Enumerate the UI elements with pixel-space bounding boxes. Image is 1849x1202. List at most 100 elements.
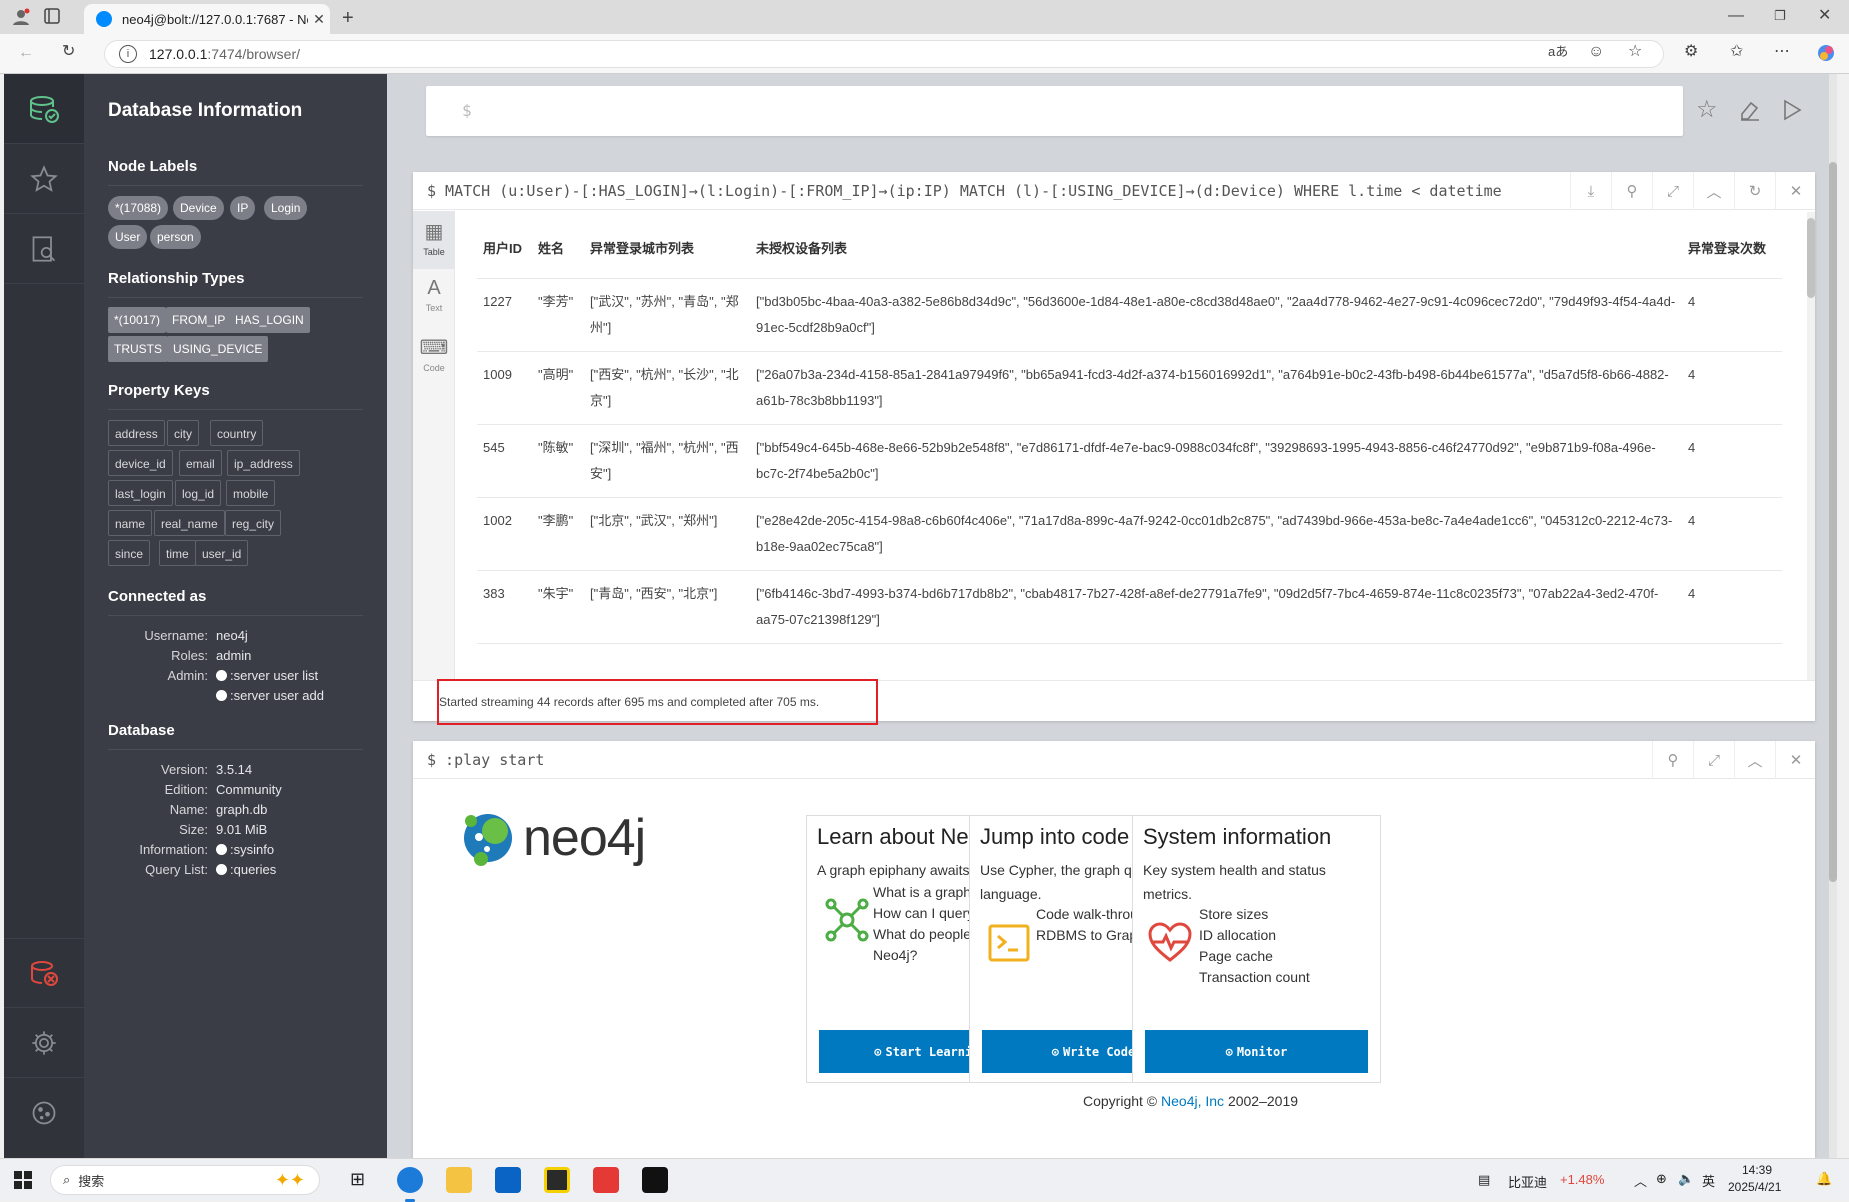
node-label-all[interactable]: *(17088)	[108, 196, 169, 220]
prop-key[interactable]: last_login	[108, 480, 173, 506]
link-page-cache[interactable]: Page cache	[1199, 946, 1369, 967]
taskbar-search[interactable]: ⌕ 搜索 ✦✦	[50, 1165, 320, 1195]
notification-bell-icon[interactable]: 🔔	[1816, 1171, 1832, 1187]
close-frame-icon[interactable]: ✕	[1775, 172, 1816, 210]
database-info-nav[interactable]	[4, 74, 84, 144]
rel-type-from-ip[interactable]: FROM_IP	[166, 307, 232, 333]
clock-time[interactable]: 14:39	[1742, 1163, 1772, 1177]
prop-key[interactable]: time	[159, 540, 196, 566]
rel-type-has-login[interactable]: HAS_LOGIN	[229, 307, 310, 333]
outlook-icon[interactable]	[495, 1167, 521, 1193]
server-user-list-link[interactable]: :server user list	[216, 668, 318, 683]
node-label-user[interactable]: User	[108, 225, 148, 249]
prop-key[interactable]: since	[108, 540, 151, 566]
prop-key[interactable]: device_id	[108, 450, 173, 476]
favorite-star-icon[interactable]: ☆	[1628, 44, 1642, 60]
link-transaction-count[interactable]: Transaction count	[1199, 967, 1369, 988]
collapse-icon[interactable]: ︿	[1734, 741, 1775, 779]
tab-table[interactable]: ▦ Table	[413, 211, 455, 269]
prop-key[interactable]: ip_address	[227, 450, 300, 476]
link-id-allocation[interactable]: ID allocation	[1199, 925, 1369, 946]
neo4j-inc-link[interactable]: Neo4j, Inc	[1161, 1093, 1224, 1109]
about-nav[interactable]	[4, 1078, 84, 1148]
favorites-icon[interactable]: ✩	[1730, 44, 1743, 60]
edge-browser-icon[interactable]	[397, 1167, 423, 1193]
settings-nav[interactable]	[4, 1008, 84, 1078]
windows-start-icon[interactable]	[14, 1171, 32, 1194]
favorite-query-icon[interactable]: ☆	[1696, 98, 1718, 122]
main-scrollbar-thumb[interactable]	[1829, 162, 1837, 882]
node-label-login[interactable]: Login	[264, 196, 308, 220]
collapse-icon[interactable]: ︿	[1693, 172, 1734, 210]
prop-key[interactable]: log_id	[175, 480, 222, 506]
extensions-emoji-icon[interactable]: ☺	[1588, 44, 1604, 60]
browser-tab[interactable]: neo4j@bolt://127.0.0.1:7687 - Neo4j Brow…	[84, 4, 330, 34]
server-user-add-link[interactable]: :server user add	[216, 688, 324, 703]
extensions-icon[interactable]: ⚙	[1684, 44, 1698, 60]
profile-icon[interactable]	[12, 8, 30, 30]
documents-nav[interactable]	[4, 214, 84, 284]
fullscreen-icon[interactable]: ⤢	[1693, 741, 1734, 779]
download-icon[interactable]: ⤓	[1570, 172, 1611, 210]
clear-editor-icon[interactable]	[1738, 98, 1762, 126]
pin-icon[interactable]: ⚲	[1652, 741, 1693, 779]
connection-status-nav[interactable]	[4, 938, 84, 1008]
node-label-device[interactable]: Device	[173, 196, 224, 220]
new-tab-icon[interactable]: +	[342, 8, 354, 28]
tab-actions-icon[interactable]	[44, 8, 60, 28]
play-query-text[interactable]: $ :play start	[427, 751, 1577, 769]
tab-code[interactable]: ⌨ Code	[413, 327, 455, 385]
prop-key[interactable]: reg_city	[225, 510, 282, 536]
wps-office-icon[interactable]	[593, 1167, 619, 1193]
network-icon[interactable]: ⊕	[1656, 1171, 1667, 1187]
url-field[interactable]: i 127.0.0.1:7474/browser/	[104, 40, 1664, 68]
prop-key[interactable]: name	[108, 510, 153, 536]
stock-widget-icon[interactable]: ▤	[1478, 1172, 1490, 1188]
rel-type-trusts[interactable]: TRUSTS	[108, 336, 168, 362]
file-explorer-icon[interactable]	[446, 1167, 472, 1193]
prop-key[interactable]: address	[108, 420, 165, 446]
minimize-icon[interactable]: —	[1728, 8, 1744, 24]
copilot-icon[interactable]	[1816, 43, 1836, 67]
sysinfo-link[interactable]: :sysinfo	[216, 842, 274, 857]
favorites-nav[interactable]	[4, 144, 84, 214]
close-tab-icon[interactable]: ✕	[308, 11, 330, 28]
close-frame-icon[interactable]: ✕	[1775, 741, 1816, 779]
prop-key[interactable]: real_name	[154, 510, 225, 536]
rel-type-using-device[interactable]: USING_DEVICE	[167, 336, 269, 362]
monitor-button[interactable]: ⊙ Monitor	[1145, 1030, 1368, 1073]
cypher-editor[interactable]: $	[426, 86, 1683, 136]
prop-key[interactable]: country	[210, 420, 264, 446]
read-aloud-icon[interactable]: aあ	[1548, 45, 1568, 58]
site-info-icon[interactable]: i	[119, 45, 137, 63]
more-menu-icon[interactable]: ⋯	[1774, 44, 1790, 60]
link-store-sizes[interactable]: Store sizes	[1199, 904, 1369, 925]
result-query-text[interactable]: $ MATCH (u:User)-[:HAS_LOGIN]→(l:Login)-…	[427, 182, 1577, 200]
prop-key[interactable]: city	[167, 420, 199, 446]
queries-link[interactable]: :queries	[216, 862, 276, 877]
close-window-icon[interactable]: ✕	[1818, 8, 1831, 24]
prop-key[interactable]: email	[179, 450, 222, 476]
task-view-icon[interactable]: ⊞	[350, 1169, 365, 1190]
volume-icon[interactable]: 🔈	[1678, 1171, 1694, 1187]
pin-icon[interactable]: ⚲	[1611, 172, 1652, 210]
node-label-ip[interactable]: IP	[230, 196, 256, 220]
scrollbar-thumb[interactable]	[1807, 218, 1815, 298]
node-label-person[interactable]: person	[150, 225, 201, 249]
reload-icon[interactable]: ↻	[62, 44, 75, 60]
stock-name[interactable]: 比亚迪	[1508, 1172, 1547, 1191]
terminal-app-icon[interactable]	[642, 1167, 668, 1193]
back-icon[interactable]: ←	[18, 45, 34, 61]
notes-app-icon[interactable]	[544, 1167, 570, 1193]
tab-text[interactable]: A Text	[413, 269, 455, 327]
rerun-icon[interactable]: ↻	[1734, 172, 1775, 210]
results-scrollbar[interactable]	[1807, 212, 1815, 680]
rel-type-all[interactable]: *(10017)	[108, 307, 167, 333]
run-query-icon[interactable]	[1780, 98, 1804, 126]
prop-key[interactable]: mobile	[226, 480, 276, 506]
prop-key[interactable]: user_id	[195, 540, 249, 566]
clock-date[interactable]: 2025/4/21	[1728, 1180, 1781, 1194]
restore-icon[interactable]: ❐	[1774, 9, 1786, 22]
tray-expand-icon[interactable]: ︿	[1634, 1171, 1647, 1190]
main-scrollbar[interactable]	[1829, 74, 1837, 1158]
